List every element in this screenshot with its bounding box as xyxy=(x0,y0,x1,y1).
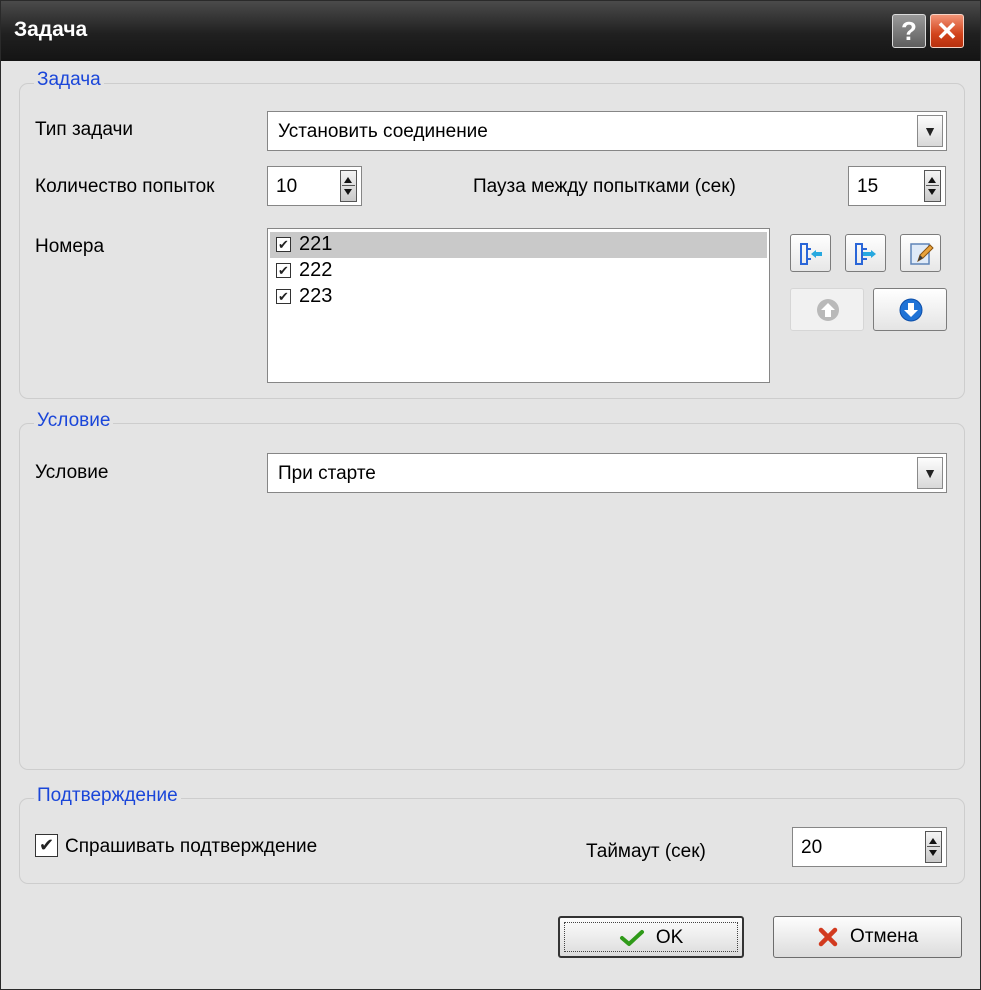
cancel-x-icon xyxy=(818,927,838,947)
ask-confirmation-label[interactable]: Спрашивать подтверждение xyxy=(65,836,317,858)
task-type-value: Установить соединение xyxy=(278,121,488,142)
list-item[interactable]: ✔ 221 xyxy=(270,232,767,258)
question-icon: ? xyxy=(901,16,917,46)
arrow-up-icon xyxy=(929,838,937,844)
pause-spinner[interactable]: 15 xyxy=(848,166,946,206)
condition-dropdown-arrow[interactable]: ▼ xyxy=(917,457,943,489)
arrow-down-icon xyxy=(928,189,936,195)
list-item[interactable]: ✔ 223 xyxy=(270,284,767,310)
arrow-up-circle-icon xyxy=(817,299,839,321)
list-item-label: 221 xyxy=(299,233,333,255)
window-title: Задача xyxy=(14,18,88,41)
attempts-spinner[interactable]: 10 xyxy=(267,166,362,206)
arrow-up-icon xyxy=(928,177,936,183)
help-button[interactable]: ? xyxy=(892,14,926,48)
task-group-legend: Задача xyxy=(34,69,104,91)
list-item-label: 223 xyxy=(299,285,333,307)
ok-button[interactable]: OK xyxy=(558,916,744,958)
arrow-up-icon xyxy=(344,177,352,183)
chevron-down-icon: ▼ xyxy=(923,465,937,481)
list-item[interactable]: ✔ 222 xyxy=(270,258,767,284)
cancel-button[interactable]: Отмена xyxy=(773,916,962,958)
condition-group-legend: Условие xyxy=(34,410,114,432)
remove-item-icon xyxy=(855,243,876,265)
timeout-spinner[interactable]: 20 xyxy=(792,827,947,867)
attempts-label: Количество попыток xyxy=(35,176,215,197)
list-item-label: 222 xyxy=(299,259,333,281)
cancel-button-label: Отмена xyxy=(850,926,919,947)
add-item-icon xyxy=(800,243,822,265)
task-dialog: Задача ? ✕ Задача Тип задачи Установить … xyxy=(0,0,981,990)
timeout-label: Таймаут (сек) xyxy=(586,841,706,862)
remove-number-button[interactable] xyxy=(845,234,886,272)
move-down-button[interactable] xyxy=(873,288,947,331)
attempts-value: 10 xyxy=(276,176,298,197)
task-type-dropdown-arrow[interactable]: ▼ xyxy=(917,115,943,147)
item-checkbox[interactable]: ✔ xyxy=(276,237,291,252)
task-type-label: Тип задачи xyxy=(35,119,133,140)
ask-confirmation-checkbox[interactable]: ✔ xyxy=(35,834,58,857)
edit-icon xyxy=(910,243,934,265)
condition-label: Условие xyxy=(35,462,109,483)
timeout-value: 20 xyxy=(801,837,823,858)
timeout-spin-buttons[interactable] xyxy=(925,831,942,863)
close-button[interactable]: ✕ xyxy=(930,14,964,48)
numbers-label: Номера xyxy=(35,236,105,257)
task-type-combobox[interactable]: Установить соединение ▼ xyxy=(267,111,947,151)
confirm-group-legend: Подтверждение xyxy=(34,785,181,807)
arrow-down-icon xyxy=(929,850,937,856)
arrow-down-icon xyxy=(344,189,352,195)
add-number-button[interactable] xyxy=(790,234,831,272)
arrow-down-circle-icon xyxy=(899,298,923,322)
chevron-down-icon: ▼ xyxy=(923,123,937,139)
close-icon: ✕ xyxy=(936,16,958,46)
pause-value: 15 xyxy=(857,176,879,197)
item-checkbox[interactable]: ✔ xyxy=(276,289,291,304)
condition-combobox[interactable]: При старте ▼ xyxy=(267,453,947,493)
pause-spin-buttons[interactable] xyxy=(924,170,941,202)
attempts-spin-buttons[interactable] xyxy=(340,170,357,202)
title-bar[interactable]: Задача ? ✕ xyxy=(1,1,980,61)
move-up-button[interactable] xyxy=(790,288,864,331)
edit-number-button[interactable] xyxy=(900,234,941,272)
numbers-list[interactable]: ✔ 221 ✔ 222 ✔ 223 xyxy=(267,228,770,383)
condition-value: При старте xyxy=(278,463,376,484)
pause-label: Пауза между попытками (сек) xyxy=(473,176,736,197)
item-checkbox[interactable]: ✔ xyxy=(276,263,291,278)
